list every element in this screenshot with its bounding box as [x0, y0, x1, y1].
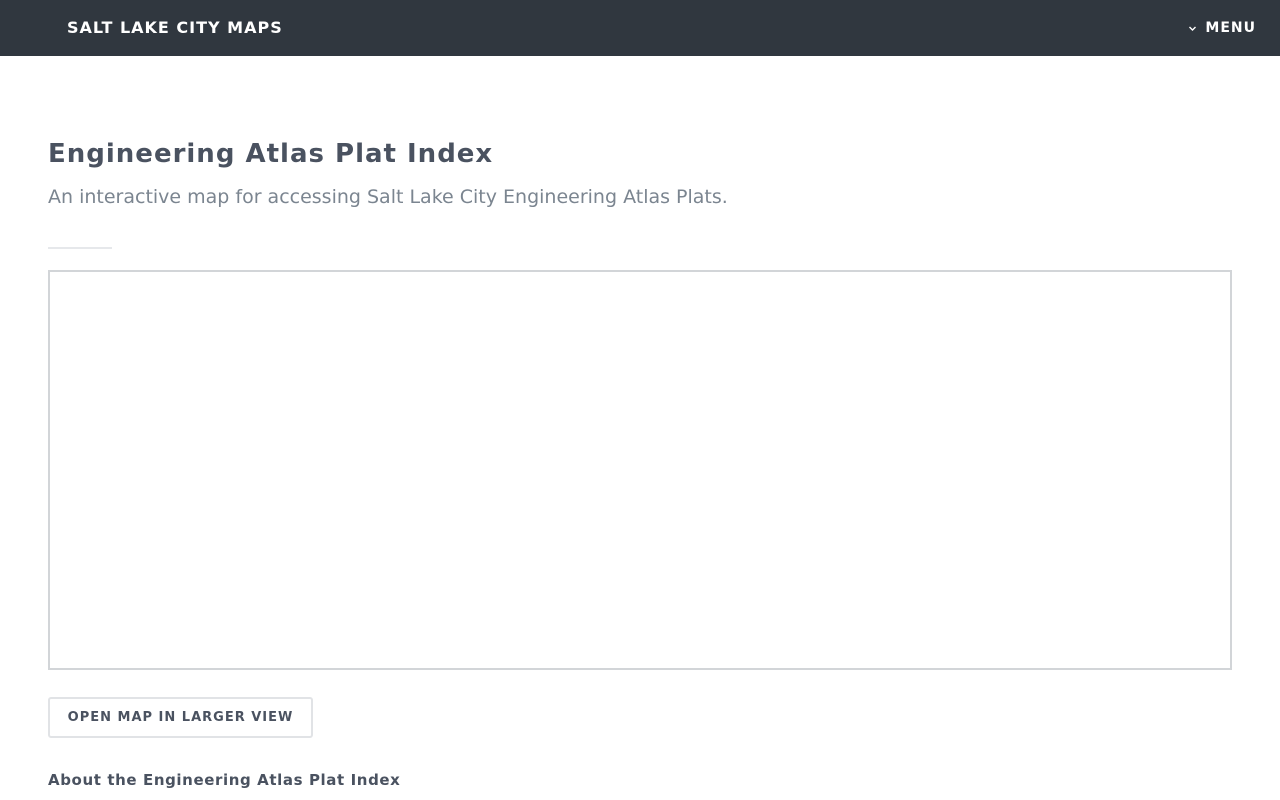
chevron-down-icon — [1188, 24, 1197, 33]
embedded-map-frame[interactable] — [48, 270, 1232, 670]
top-navigation-bar: SALT LAKE CITY MAPS MENU — [0, 0, 1280, 56]
open-map-larger-view-button[interactable]: OPEN MAP IN LARGER VIEW — [48, 697, 313, 738]
page-subtitle: An interactive map for accessing Salt La… — [48, 186, 728, 208]
about-section-heading: About the Engineering Atlas Plat Index — [48, 771, 401, 789]
site-title-link[interactable]: SALT LAKE CITY MAPS — [67, 18, 283, 38]
menu-button[interactable]: MENU — [1188, 18, 1256, 38]
menu-label: MENU — [1205, 20, 1256, 36]
page-title: Engineering Atlas Plat Index — [48, 139, 494, 169]
title-divider — [48, 247, 112, 249]
